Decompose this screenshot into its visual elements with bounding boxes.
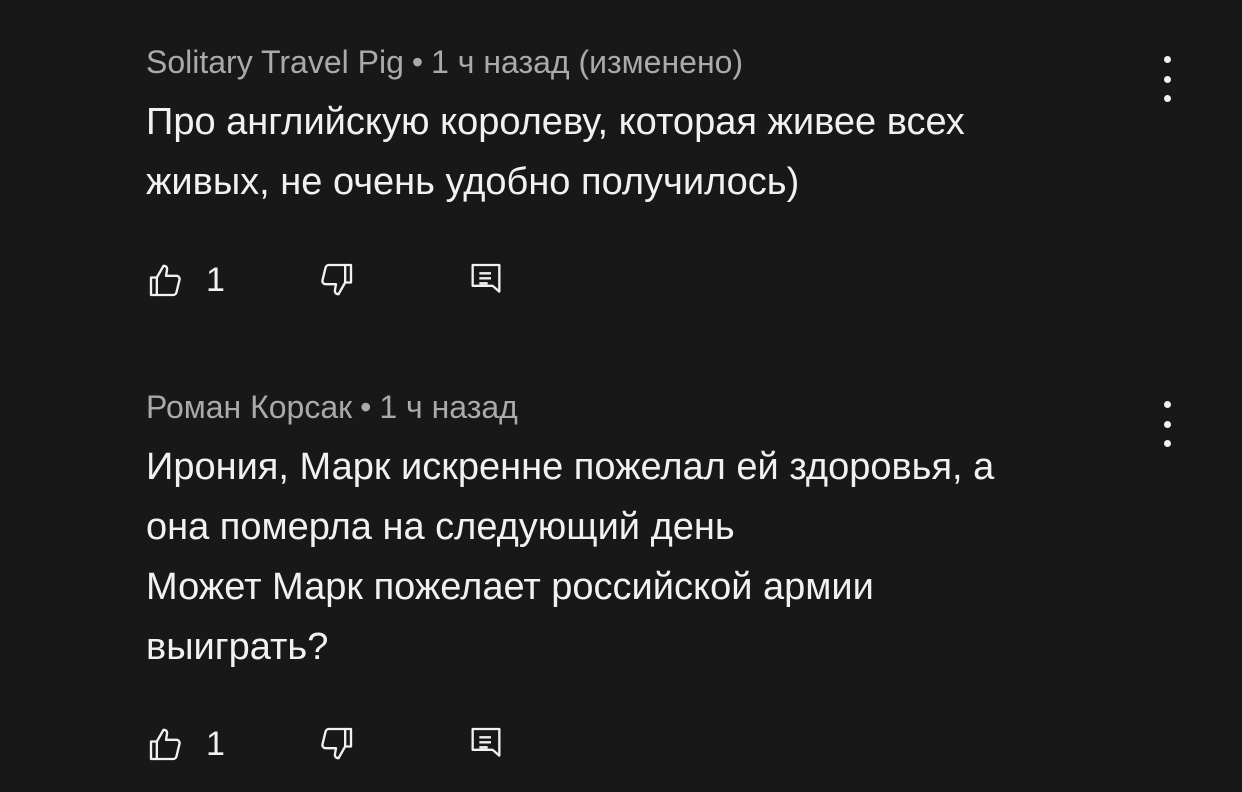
comment-meta: Роман Корсак • 1 ч назад — [146, 387, 1242, 427]
thumbs-up-icon — [146, 260, 186, 300]
like-button[interactable]: 1 — [146, 258, 225, 302]
reply-button[interactable] — [466, 258, 506, 302]
comment-item: Solitary Travel Pig • 1 ч назад (изменено)… — [146, 42, 1242, 212]
reply-comment-icon — [466, 260, 506, 300]
thumbs-down-icon — [316, 724, 356, 764]
comment-text-line: Ирония, Марк искренне пожелал ей здоровь… — [146, 446, 995, 488]
comment-menu-button[interactable] — [1152, 401, 1182, 447]
comment-text-line: она померла на следующий день — [146, 506, 735, 548]
comment-text-line: Про английскую королеву, которая живее в… — [146, 101, 965, 143]
more-vert-icon — [1163, 401, 1171, 408]
meta-separator: • — [360, 389, 372, 425]
comment-time: 1 ч назад — [379, 389, 518, 425]
comment-meta: Solitary Travel Pig • 1 ч назад (изменено) — [146, 42, 1242, 82]
like-count: 1 — [206, 261, 225, 299]
comment-text: Про английскую королеву, которая живее в… — [146, 92, 1106, 212]
reply-button[interactable] — [466, 722, 506, 766]
meta-separator: • — [411, 44, 424, 80]
comment-text: Ирония, Марк искренне пожелал ей здоровь… — [146, 437, 1106, 677]
reply-comment-icon — [466, 724, 506, 764]
comment-text-line: выиграть? — [146, 626, 329, 668]
comment-text-line: живых, не очень удобно получилось) — [146, 161, 800, 203]
comment-author[interactable]: Роман Корсак — [146, 389, 352, 425]
comment-item: Роман Корсак • 1 ч назад Ирония, Марк искр… — [146, 387, 1242, 677]
more-vert-icon — [1163, 56, 1171, 63]
thumbs-down-icon — [316, 260, 356, 300]
dislike-button[interactable] — [316, 722, 356, 766]
like-count: 1 — [206, 725, 225, 763]
comment-actions: 1 — [146, 722, 546, 766]
comment-actions: 1 — [146, 258, 546, 302]
comment-time: 1 ч назад (изменено) — [431, 44, 744, 80]
dislike-button[interactable] — [316, 258, 356, 302]
like-button[interactable]: 1 — [146, 722, 225, 766]
comment-text-line: Может Марк пожелает российской армии — [146, 566, 874, 608]
comment-author[interactable]: Solitary Travel Pig — [146, 44, 404, 80]
thumbs-up-icon — [146, 724, 186, 764]
comment-menu-button[interactable] — [1152, 56, 1182, 102]
